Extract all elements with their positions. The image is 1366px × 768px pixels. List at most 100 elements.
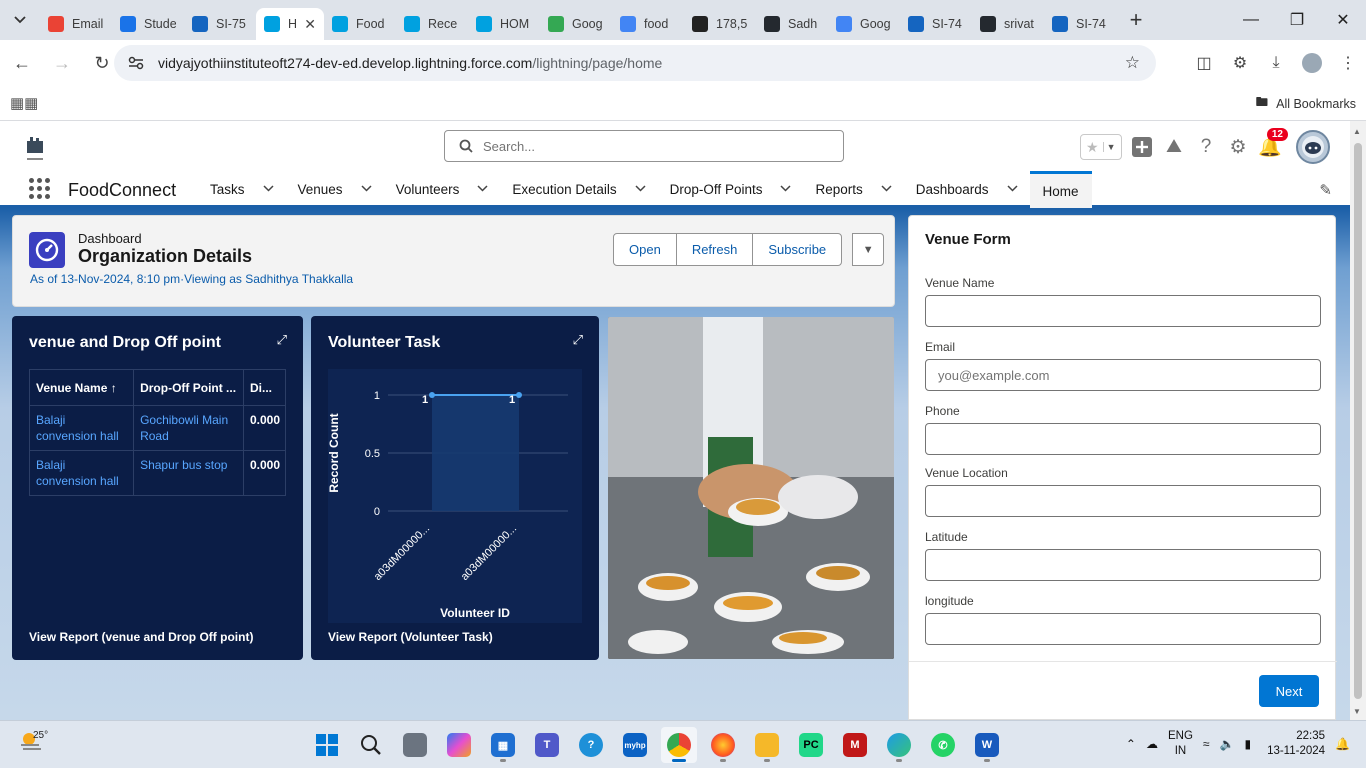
edit-nav-pencil-icon[interactable]: ✎: [1319, 181, 1332, 199]
browser-tab[interactable]: SI-74: [900, 8, 972, 40]
browser-tab[interactable]: 178,5: [684, 8, 756, 40]
notifications-bell-icon[interactable]: 🔔 12: [1258, 128, 1288, 162]
back-button[interactable]: ←: [4, 45, 40, 81]
field-input[interactable]: [925, 423, 1321, 455]
wifi-icon[interactable]: ≈: [1203, 737, 1210, 751]
browser-tab[interactable]: HOM: [468, 8, 540, 40]
myhp-icon[interactable]: myhp: [617, 727, 653, 763]
field-input[interactable]: [925, 549, 1321, 581]
language-indicator[interactable]: ENG IN: [1168, 729, 1193, 759]
nav-item-venues[interactable]: Venues: [286, 171, 384, 208]
scroll-thumb[interactable]: [1354, 143, 1362, 699]
nav-item-home[interactable]: Home: [1029, 171, 1092, 208]
subscribe-button[interactable]: Subscribe: [752, 233, 843, 266]
favorite-star-icon[interactable]: ★: [1086, 139, 1099, 156]
chevron-down-icon[interactable]: [635, 184, 646, 195]
browser-tab[interactable]: Email: [40, 8, 112, 40]
dashboard-more-actions-button[interactable]: ▼: [852, 233, 885, 266]
show-hidden-icons-chevron-icon[interactable]: ⌃: [1126, 737, 1136, 751]
close-window-button[interactable]: ✕: [1320, 0, 1366, 40]
field-input[interactable]: [925, 485, 1321, 517]
all-bookmarks-button[interactable]: 🖿 All Bookmarks: [1256, 93, 1356, 114]
browser-tab[interactable]: Stude: [112, 8, 184, 40]
org-logo[interactable]: [24, 135, 46, 163]
battery-icon[interactable]: ▮: [1244, 737, 1251, 751]
page-scrollbar[interactable]: ▲ ▼: [1350, 121, 1366, 720]
trailhead-icon[interactable]: ⛰: [1162, 132, 1186, 162]
browser-tab[interactable]: Rece: [396, 8, 468, 40]
chevron-down-icon[interactable]: [262, 184, 274, 195]
teams-icon[interactable]: T: [529, 727, 565, 763]
microsoft-store-icon[interactable]: ▦: [485, 727, 521, 763]
weather-widget[interactable]: 25°: [18, 728, 50, 760]
favorites-dropdown-icon[interactable]: ▼: [1102, 142, 1115, 152]
search-taskbar-icon[interactable]: [353, 727, 389, 763]
browser-tab[interactable]: Food: [324, 8, 396, 40]
tips-icon[interactable]: ?: [573, 727, 609, 763]
start-windows-icon[interactable]: [309, 727, 345, 763]
browser-tab[interactable]: Sadh: [756, 8, 828, 40]
task-view-icon[interactable]: [397, 727, 433, 763]
nav-item-reports[interactable]: Reports: [803, 171, 903, 208]
nav-item-volunteers[interactable]: Volunteers: [384, 171, 501, 208]
chrome-icon[interactable]: [661, 727, 697, 763]
table-cell[interactable]: Balaji convension hall: [28, 405, 135, 451]
chevron-down-icon[interactable]: [780, 184, 791, 195]
view-report-link[interactable]: View Report (venue and Drop Off point): [29, 630, 253, 644]
copilot-icon[interactable]: [441, 727, 477, 763]
field-input[interactable]: [925, 295, 1321, 327]
open-button[interactable]: Open: [613, 233, 677, 266]
field-input[interactable]: [925, 613, 1321, 645]
chevron-down-icon[interactable]: [1007, 184, 1018, 195]
nav-item-tasks[interactable]: Tasks: [198, 171, 286, 208]
browser-tab[interactable]: SI-74: [1044, 8, 1116, 40]
forward-button[interactable]: →: [44, 45, 80, 81]
column-header[interactable]: Venue Name ↑: [28, 369, 135, 406]
expand-icon[interactable]: ⤢: [277, 332, 287, 348]
browser-tab[interactable]: Goog: [540, 8, 612, 40]
menu-icon[interactable]: ⋮: [1330, 45, 1366, 81]
bookmark-star-icon[interactable]: ☆: [1125, 53, 1140, 73]
table-cell[interactable]: Gochibowli Main Road: [133, 405, 244, 451]
next-button[interactable]: Next: [1259, 675, 1319, 707]
favorites-button[interactable]: ★ ▼: [1080, 134, 1122, 160]
browser-tab[interactable]: food: [612, 8, 684, 40]
column-header[interactable]: Di...: [242, 369, 287, 406]
notifications-icon[interactable]: 🔔: [1335, 737, 1350, 751]
help-icon[interactable]: ?: [1194, 132, 1218, 162]
address-bar[interactable]: vidyajyothiinstituteoft274-dev-ed.develo…: [114, 45, 1156, 81]
profile-icon[interactable]: [1294, 45, 1330, 81]
nav-item-execution-details[interactable]: Execution Details: [500, 171, 657, 208]
performance-icon[interactable]: ⚙: [1222, 45, 1258, 81]
app-launcher-icon[interactable]: [29, 178, 51, 200]
word-icon[interactable]: W: [969, 727, 1005, 763]
field-input[interactable]: you@example.com: [925, 359, 1321, 391]
new-tab-button[interactable]: +: [1122, 6, 1150, 34]
browser-tab[interactable]: srivat: [972, 8, 1044, 40]
extensions-icon[interactable]: ◫: [1186, 45, 1222, 81]
scroll-down-icon[interactable]: ▼: [1353, 707, 1361, 716]
mcafee-icon[interactable]: M: [837, 727, 873, 763]
view-report-link[interactable]: View Report (Volunteer Task): [328, 630, 493, 644]
scroll-up-icon[interactable]: ▲: [1353, 127, 1361, 136]
network-warning-icon[interactable]: ☁: [1146, 737, 1158, 751]
firefox-icon[interactable]: [705, 727, 741, 763]
setup-gear-icon[interactable]: ⚙: [1226, 132, 1250, 162]
global-actions-icon[interactable]: [1130, 132, 1154, 162]
clock[interactable]: 22:35 13-11-2024: [1267, 729, 1325, 759]
pycharm-icon[interactable]: PC: [793, 727, 829, 763]
refresh-button[interactable]: Refresh: [675, 233, 754, 266]
user-avatar[interactable]: [1296, 130, 1330, 164]
edge-icon[interactable]: [881, 727, 917, 763]
chevron-down-icon[interactable]: [477, 184, 488, 195]
table-cell[interactable]: Shapur bus stop: [133, 450, 244, 496]
browser-tab[interactable]: H ✕: [256, 8, 324, 40]
file-explorer-icon[interactable]: [749, 727, 785, 763]
download-icon[interactable]: ⤓: [1258, 45, 1294, 81]
close-tab-icon[interactable]: ✕: [304, 16, 316, 33]
nav-item-dashboards[interactable]: Dashboards: [904, 171, 1030, 208]
minimize-button[interactable]: —: [1228, 0, 1274, 40]
nav-item-drop-off-points[interactable]: Drop-Off Points: [658, 171, 804, 208]
global-search[interactable]: Search...: [444, 130, 844, 162]
table-cell[interactable]: Balaji convension hall: [28, 450, 135, 496]
